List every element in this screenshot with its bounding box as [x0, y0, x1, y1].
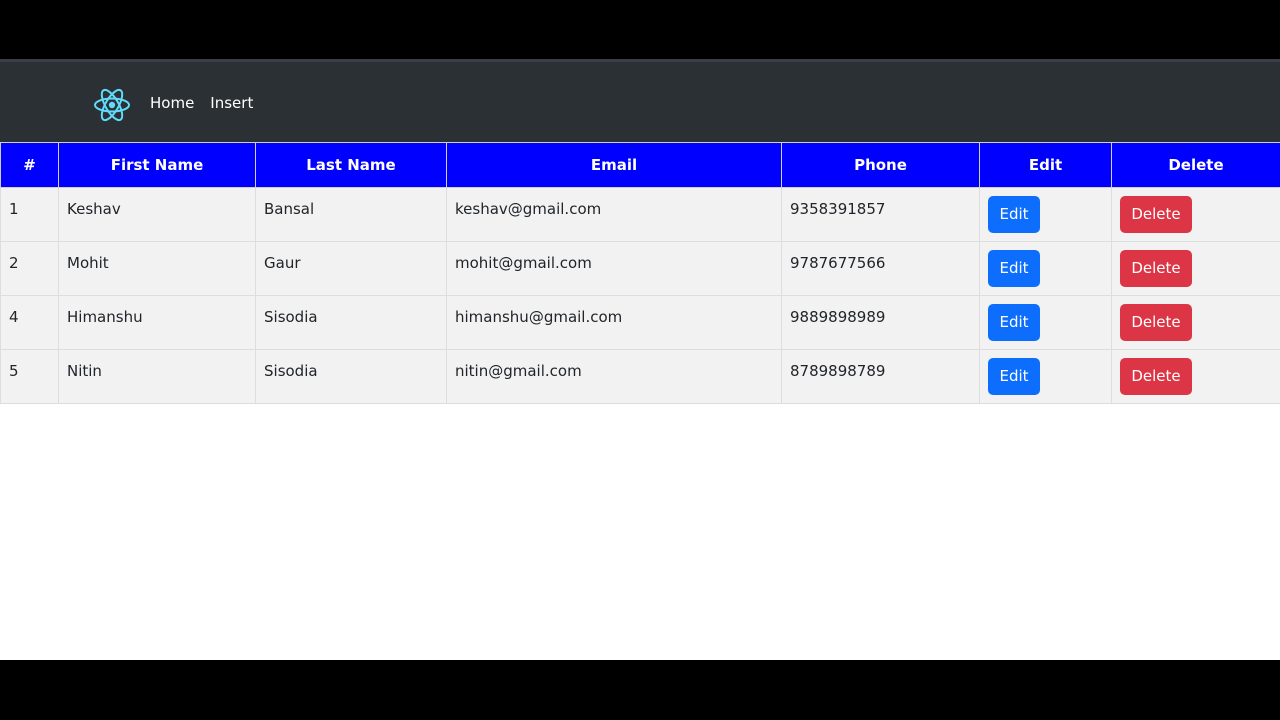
cell-first-name: Nitin [58, 349, 256, 404]
letterbox-bottom [0, 660, 1280, 720]
table-row: 1 Keshav Bansal keshav@gmail.com 9358391… [0, 187, 1280, 242]
cell-first-name: Keshav [58, 187, 256, 242]
edit-button[interactable]: Edit [988, 358, 1040, 395]
cell-email: mohit@gmail.com [446, 241, 782, 296]
cell-email: himanshu@gmail.com [446, 295, 782, 350]
cell-delete: Delete [1111, 295, 1280, 350]
users-table: # First Name Last Name Email Phone Edit … [0, 142, 1280, 404]
cell-email: keshav@gmail.com [446, 187, 782, 242]
delete-button[interactable]: Delete [1120, 358, 1192, 395]
header-edit: Edit [979, 142, 1112, 188]
table-header: # First Name Last Name Email Phone Edit … [0, 142, 1280, 188]
header-last-name: Last Name [255, 142, 447, 188]
cell-id: 5 [0, 349, 59, 404]
cell-id: 1 [0, 187, 59, 242]
navbar: Home Insert [0, 59, 1280, 142]
cell-delete: Delete [1111, 349, 1280, 404]
cell-email: nitin@gmail.com [446, 349, 782, 404]
nav-links: Home Insert [150, 92, 253, 114]
nav-link-home[interactable]: Home [150, 92, 194, 114]
cell-last-name: Sisodia [255, 295, 447, 350]
cell-edit: Edit [979, 295, 1112, 350]
cell-phone: 9358391857 [781, 187, 980, 242]
table-body: 1 Keshav Bansal keshav@gmail.com 9358391… [0, 187, 1280, 404]
header-email: Email [446, 142, 782, 188]
cell-edit: Edit [979, 187, 1112, 242]
cell-first-name: Himanshu [58, 295, 256, 350]
cell-last-name: Sisodia [255, 349, 447, 404]
table-header-row: # First Name Last Name Email Phone Edit … [0, 142, 1280, 188]
edit-button[interactable]: Edit [988, 250, 1040, 287]
cell-phone: 9889898989 [781, 295, 980, 350]
cell-edit: Edit [979, 349, 1112, 404]
cell-id: 2 [0, 241, 59, 296]
cell-first-name: Mohit [58, 241, 256, 296]
table-row: 5 Nitin Sisodia nitin@gmail.com 87898987… [0, 349, 1280, 404]
users-table-container: # First Name Last Name Email Phone Edit … [0, 142, 1280, 404]
nav-link-insert[interactable]: Insert [210, 92, 253, 114]
letterbox-top [0, 0, 1280, 59]
header-first-name: First Name [58, 142, 256, 188]
cell-delete: Delete [1111, 241, 1280, 296]
react-logo-icon[interactable] [93, 86, 131, 124]
edit-button[interactable]: Edit [988, 196, 1040, 233]
cell-delete: Delete [1111, 187, 1280, 242]
table-row: 4 Himanshu Sisodia himanshu@gmail.com 98… [0, 295, 1280, 350]
cell-phone: 9787677566 [781, 241, 980, 296]
header-phone: Phone [781, 142, 980, 188]
edit-button[interactable]: Edit [988, 304, 1040, 341]
cell-id: 4 [0, 295, 59, 350]
header-delete: Delete [1111, 142, 1280, 188]
table-row: 2 Mohit Gaur mohit@gmail.com 9787677566 … [0, 241, 1280, 296]
app: Home Insert # First Name Last Name Email [0, 59, 1280, 660]
cell-phone: 8789898789 [781, 349, 980, 404]
cell-edit: Edit [979, 241, 1112, 296]
delete-button[interactable]: Delete [1120, 304, 1192, 341]
cell-last-name: Bansal [255, 187, 447, 242]
cell-last-name: Gaur [255, 241, 447, 296]
delete-button[interactable]: Delete [1120, 196, 1192, 233]
header-id: # [0, 142, 59, 188]
delete-button[interactable]: Delete [1120, 250, 1192, 287]
